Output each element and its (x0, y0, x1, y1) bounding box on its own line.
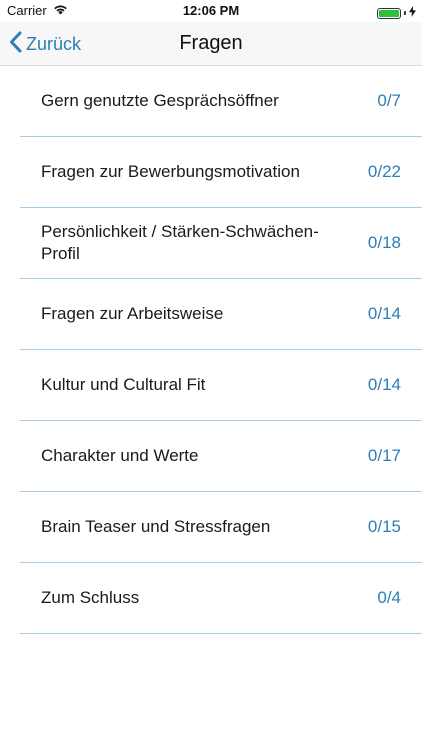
status-time: 12:06 PM (182, 3, 240, 18)
list-item[interactable]: Charakter und Werte 0/17 (20, 421, 422, 492)
category-label: Fragen zur Bewerbungsmotivation (41, 162, 300, 181)
category-label: Charakter und Werte (41, 446, 199, 465)
page-title: Fragen (179, 32, 243, 54)
progress-count: 0/14 (367, 304, 401, 323)
progress-count: 0/7 (377, 91, 401, 110)
list-item[interactable]: Fragen zur Bewerbungsmotivation 0/22 (20, 137, 422, 208)
navigation-bar: Zurück Fragen (0, 22, 422, 66)
category-label: Gern genutzte Gesprächsöffner (41, 91, 279, 110)
battery-fill (379, 9, 399, 17)
category-label: Brain Teaser und Stressfragen (41, 517, 271, 536)
category-label: Zum Schluss (41, 588, 140, 607)
category-list: Gern genutzte Gesprächsöffner 0/7 Fragen… (0, 66, 422, 634)
progress-count: 0/18 (367, 233, 401, 252)
list-item[interactable]: Zum Schluss 0/4 (20, 563, 422, 634)
category-label: Kultur und Cultural Fit (41, 375, 206, 394)
progress-count: 0/22 (367, 162, 401, 181)
category-label: Fragen zur Arbeitsweise (41, 304, 224, 323)
progress-count: 0/14 (367, 375, 401, 394)
list-item[interactable]: Persönlichkeit / Stärken-Schwächen-Profi… (20, 208, 422, 279)
list-item[interactable]: Kultur und Cultural Fit 0/14 (20, 350, 422, 421)
list-item[interactable]: Brain Teaser und Stressfragen 0/15 (20, 492, 422, 563)
battery-icon (377, 7, 401, 19)
battery-tip (404, 11, 406, 15)
progress-count: 0/15 (367, 517, 401, 536)
list-item[interactable]: Fragen zur Arbeitsweise 0/14 (20, 279, 422, 350)
list-item[interactable]: Gern genutzte Gesprächsöffner 0/7 (20, 66, 422, 137)
progress-count: 0/17 (367, 446, 401, 465)
status-bar: Carrier 12:06 PM (0, 0, 422, 22)
category-label: Persönlichkeit / Stärken-Schwächen-Profi… (41, 222, 319, 263)
progress-count: 0/4 (377, 588, 401, 607)
charging-bolt-icon (409, 4, 416, 22)
status-right (377, 4, 416, 22)
